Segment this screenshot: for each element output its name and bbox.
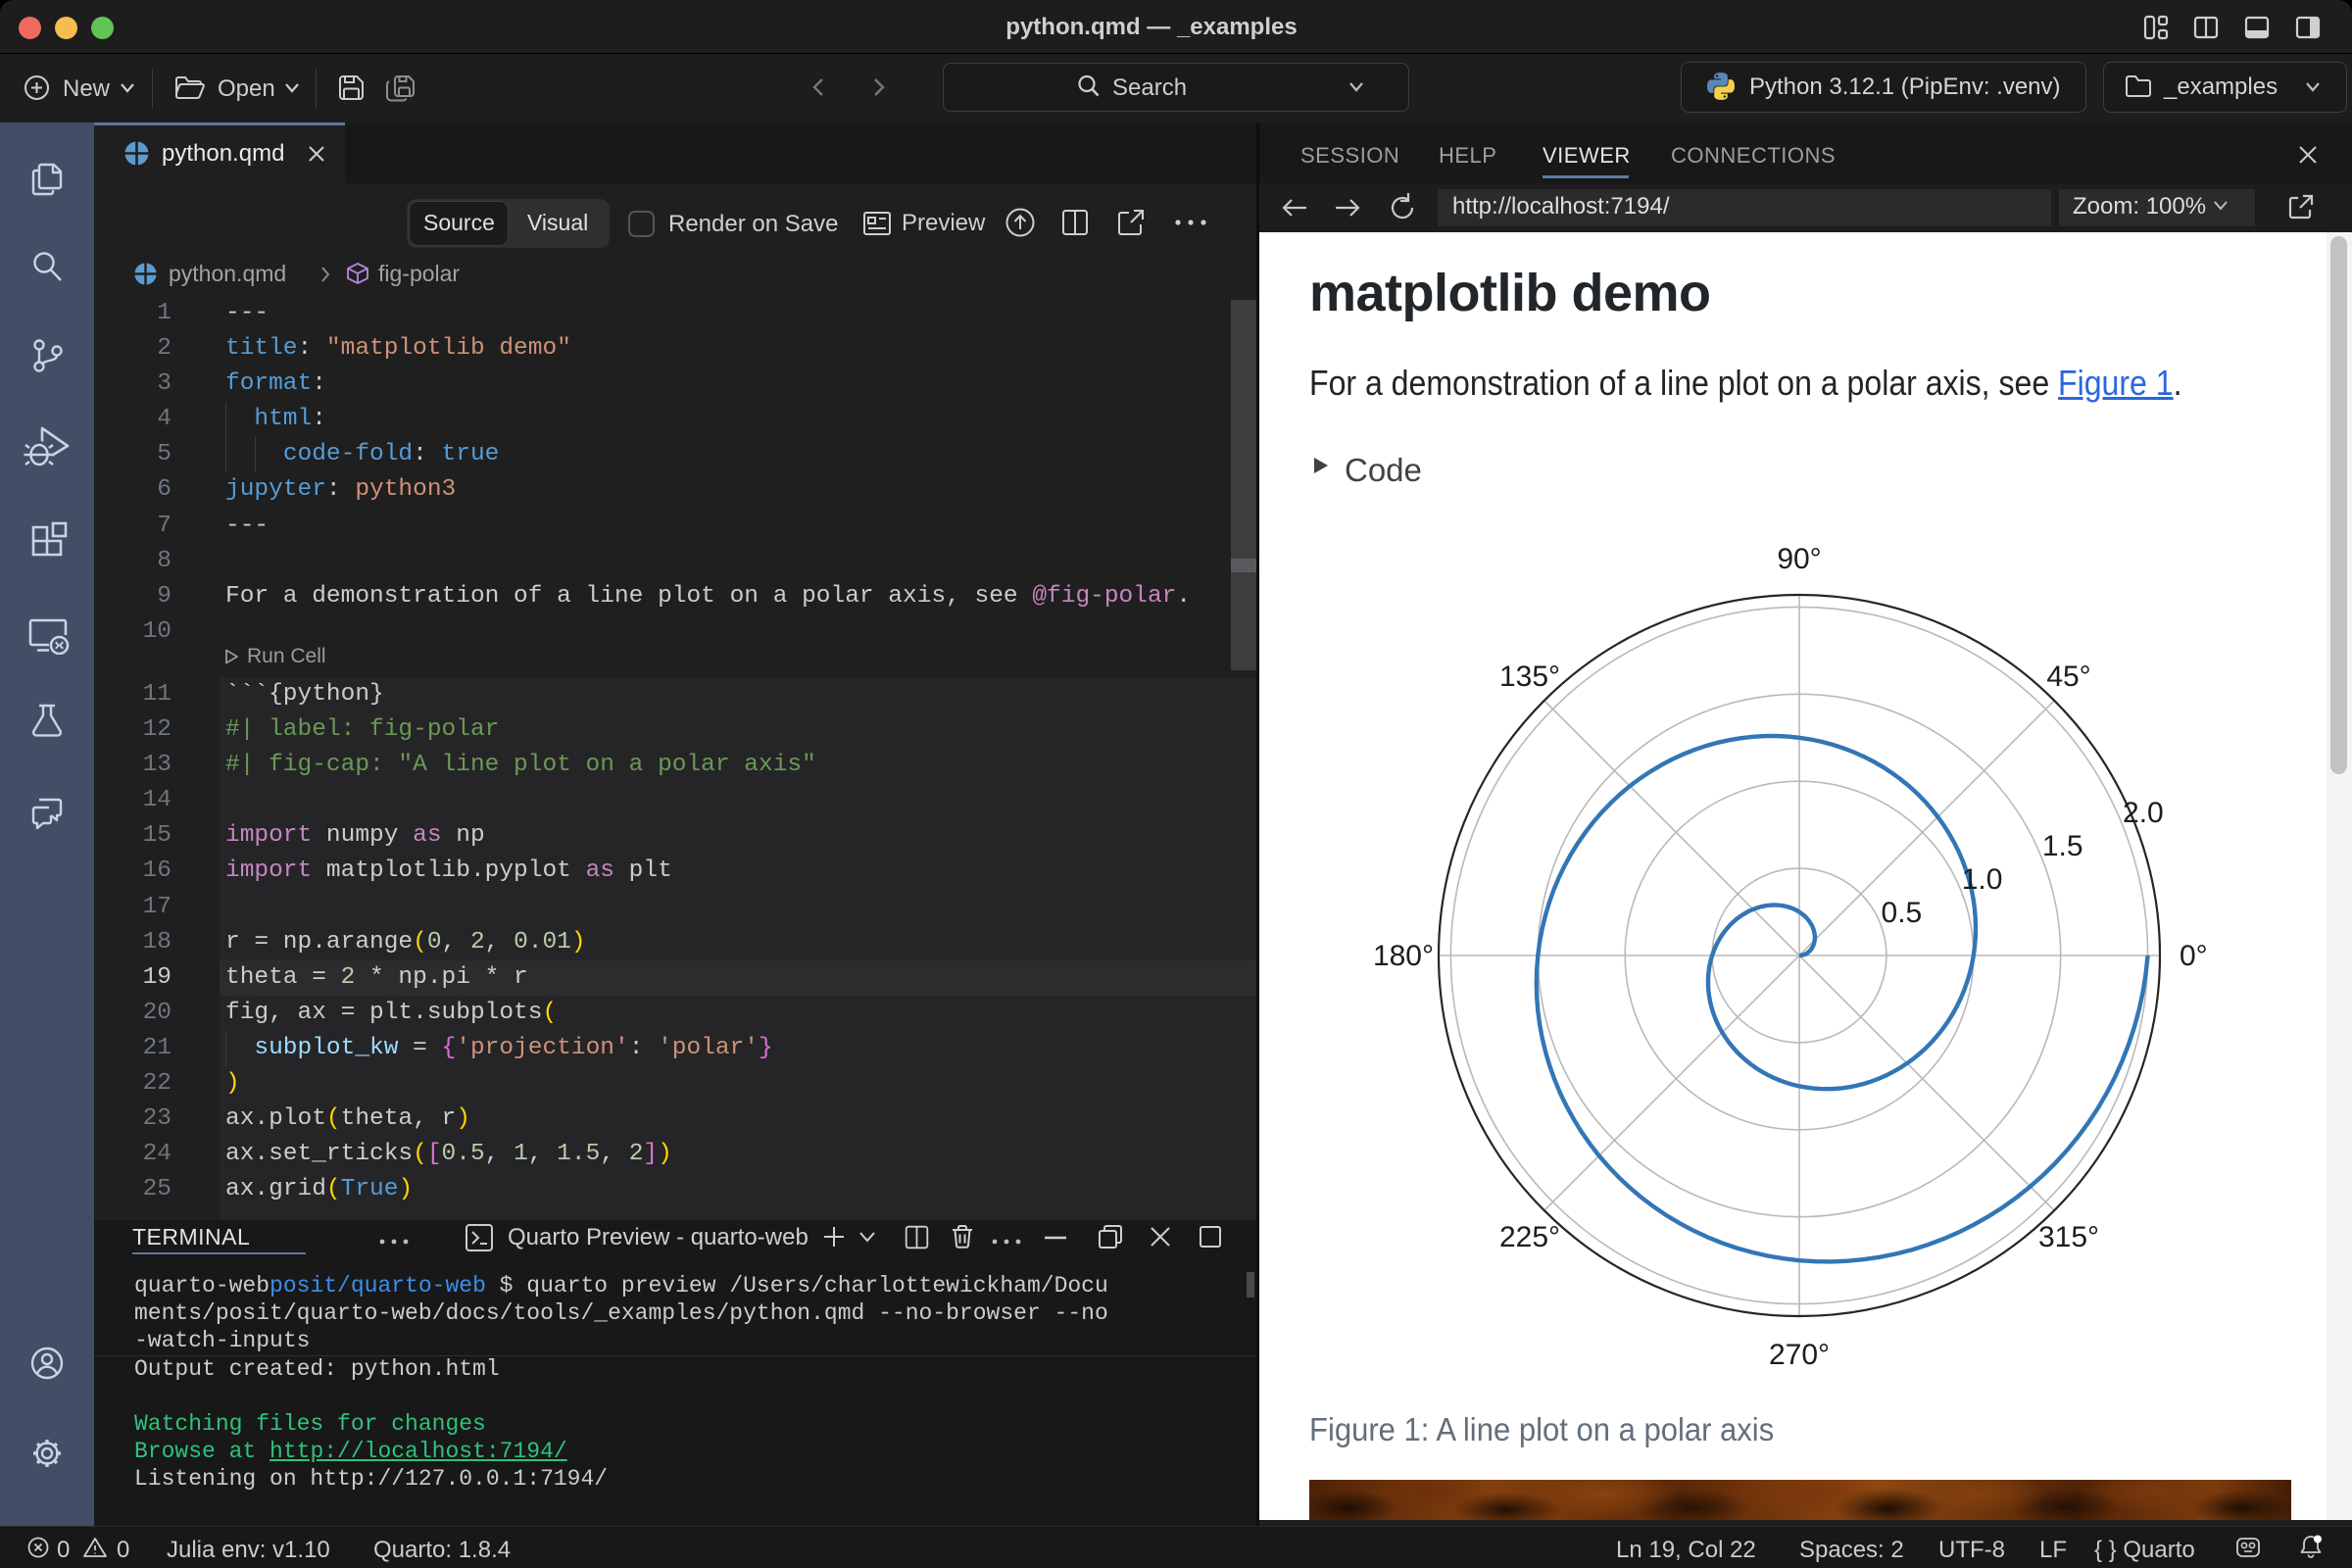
- svg-text:45°: 45°: [2046, 661, 2090, 693]
- svg-text:90°: 90°: [1777, 543, 1821, 575]
- svg-text:1.0: 1.0: [1962, 863, 2003, 896]
- svg-text:1.5: 1.5: [2042, 830, 2083, 862]
- svg-text:225°: 225°: [1499, 1221, 1560, 1253]
- svg-text:270°: 270°: [1769, 1339, 1830, 1371]
- svg-text:315°: 315°: [2038, 1221, 2099, 1253]
- svg-text:135°: 135°: [1499, 661, 1560, 693]
- svg-text:2.0: 2.0: [2123, 797, 2164, 829]
- svg-text:0.5: 0.5: [1882, 897, 1923, 929]
- svg-text:0°: 0°: [2180, 940, 2208, 972]
- svg-text:180°: 180°: [1373, 940, 1434, 972]
